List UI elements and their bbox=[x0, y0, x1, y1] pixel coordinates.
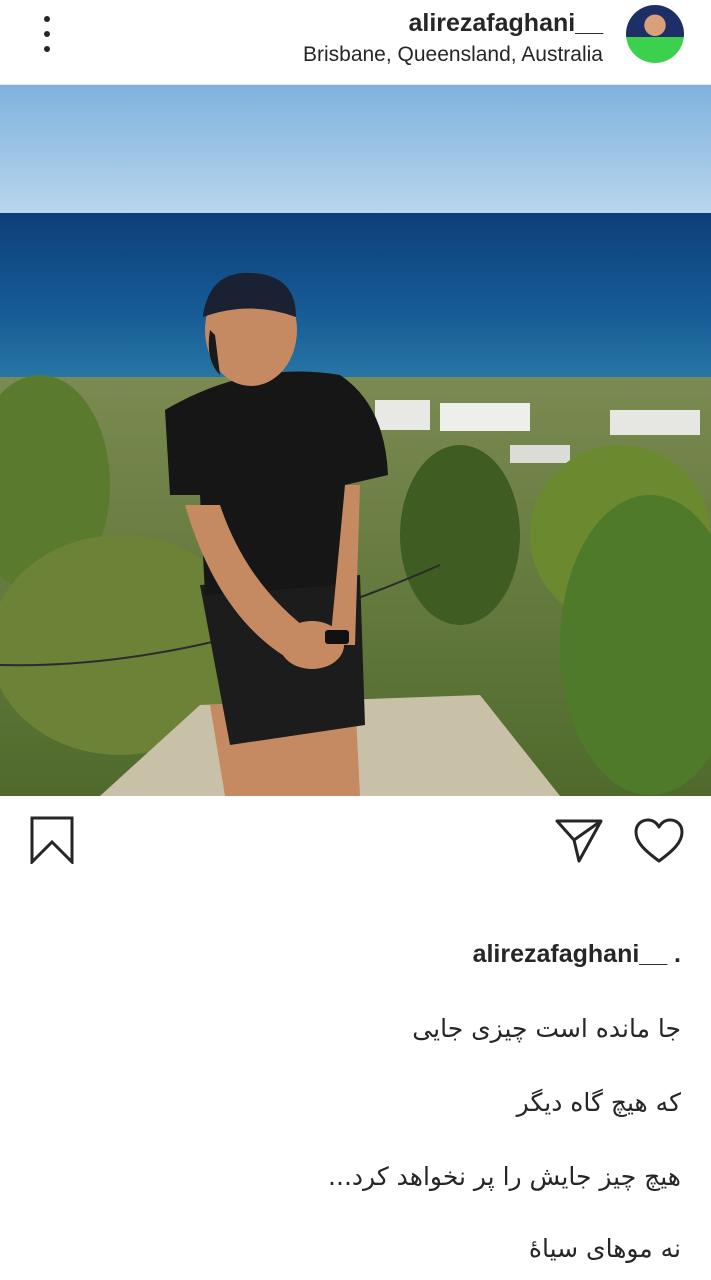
post-photo-illustration bbox=[0, 85, 711, 796]
post-location[interactable]: Brisbane, Queensland, Australia bbox=[303, 42, 603, 67]
heart-icon[interactable] bbox=[634, 818, 684, 869]
menu-dot bbox=[44, 31, 50, 37]
send-icon[interactable] bbox=[555, 818, 603, 869]
menu-dot bbox=[44, 46, 50, 52]
more-options-icon[interactable] bbox=[36, 14, 58, 54]
bookmark-icon[interactable] bbox=[30, 816, 74, 869]
caption-line: جا مانده است چیزی جایی bbox=[412, 1014, 681, 1043]
caption-line: هیچ چیز جایش را پر نخواهد کرد... bbox=[328, 1162, 681, 1191]
avatar[interactable] bbox=[626, 5, 684, 63]
caption-line: نه موهای سیاهٔ bbox=[528, 1234, 681, 1263]
menu-dot bbox=[44, 16, 50, 22]
post-actions bbox=[0, 796, 711, 886]
post-username[interactable]: alirezafaghani__ bbox=[303, 8, 603, 38]
caption-line: که هیچ گاه دیگر bbox=[516, 1088, 681, 1117]
post-photo[interactable] bbox=[0, 85, 711, 796]
user-info: alirezafaghani__ Brisbane, Queensland, A… bbox=[303, 8, 603, 67]
caption-username[interactable]: alirezafaghani__ . bbox=[473, 940, 681, 969]
post-header: alirezafaghani__ Brisbane, Queensland, A… bbox=[0, 0, 711, 85]
